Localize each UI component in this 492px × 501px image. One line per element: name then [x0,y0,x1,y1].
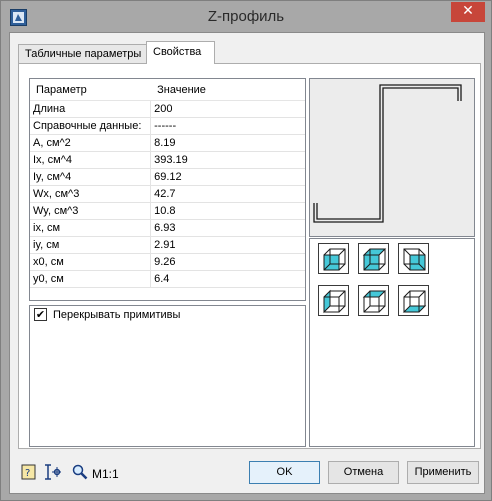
property-value[interactable]: 200 [151,101,305,117]
tab-properties[interactable]: Свойства [146,41,215,64]
property-value[interactable]: ------ [151,118,305,134]
property-row[interactable]: Ix, см^4 393.19 [30,152,305,169]
property-name: Wy, см^3 [30,203,152,219]
property-value[interactable]: 10.8 [151,203,305,219]
apply-button[interactable]: Применить [407,461,479,484]
property-row[interactable]: Wx, см^3 42.7 [30,186,305,203]
dialog-window: Z-профиль ✕ Табличные параметры Свойства… [0,0,492,501]
view-iso-front-top-button[interactable] [358,243,389,274]
property-name: x0, см [30,254,152,270]
dialog-client: Табличные параметры Свойства Параметр Зн… [9,32,485,494]
snap-cursor-icon[interactable] [44,464,62,483]
property-value[interactable]: 8.19 [151,135,305,151]
property-name: y0, см [30,271,152,287]
property-row[interactable]: A, см^2 8.19 [30,135,305,152]
property-value[interactable]: 6.4 [151,271,305,287]
options-panel: ✔ Перекрывать примитивы [29,305,306,447]
profile-preview [309,78,475,237]
zoom-icon[interactable] [72,464,88,483]
view-iso-right-button[interactable] [398,285,429,316]
view-iso-left-button[interactable] [318,285,349,316]
overlap-label: Перекрывать примитивы [53,308,181,321]
property-row[interactable]: iy, см 2.91 [30,237,305,254]
property-value[interactable]: 42.7 [151,186,305,202]
property-value[interactable]: 69.12 [151,169,305,185]
help-icon[interactable]: ? [21,464,37,483]
tab-table-parameters[interactable]: Табличные параметры [18,44,147,64]
property-name: Справочные данные: [30,118,152,134]
view-selector [309,238,475,447]
property-name: Iy, см^4 [30,169,152,185]
properties-panel: Параметр Значение Длина 200 Справочные дан… [18,63,481,449]
window-title: Z-профиль [207,8,285,25]
ok-button[interactable]: OK [249,461,320,484]
view-iso-front-left-button[interactable] [318,243,349,274]
property-row[interactable]: y0, см 6.4 [30,271,305,288]
property-row[interactable]: Wy, см^3 10.8 [30,203,305,220]
svg-text:?: ? [25,468,30,479]
property-row[interactable]: Iy, см^4 69.12 [30,169,305,186]
property-name: Wx, см^3 [30,186,152,202]
title-bar[interactable]: Z-профиль ✕ [1,1,491,33]
property-value[interactable]: 6.93 [151,220,305,236]
scale-label: M1:1 [92,467,119,481]
header-value: Значение [157,84,206,96]
property-name: Длина [30,101,152,117]
property-row[interactable]: x0, см 9.26 [30,254,305,271]
property-name: Ix, см^4 [30,152,152,168]
view-iso-top-button[interactable] [358,285,389,316]
properties-rows: Длина 200 Справочные данные: ------ A, см^2 8… [30,101,305,288]
property-row[interactable]: Справочные данные: ------ [30,118,305,135]
properties-header: Параметр Значение [30,79,305,101]
overlap-checkbox[interactable]: ✔ [34,308,47,321]
property-name: A, см^2 [30,135,152,151]
property-name: ix, см [30,220,152,236]
header-param: Параметр [36,84,87,96]
close-button[interactable]: ✕ [451,2,485,22]
view-iso-front-right-button[interactable] [398,243,429,274]
property-row[interactable]: ix, см 6.93 [30,220,305,237]
z-profile-drawing [313,84,462,223]
property-name: iy, см [30,237,152,253]
property-value[interactable]: 393.19 [151,152,305,168]
property-value[interactable]: 2.91 [151,237,305,253]
overlap-option[interactable]: ✔ Перекрывать примитивы [34,308,180,321]
cancel-button[interactable]: Отмена [328,461,399,484]
properties-table[interactable]: Параметр Значение Длина 200 Справочные дан… [29,78,306,301]
property-row[interactable]: Длина 200 [30,101,305,118]
property-value[interactable]: 9.26 [151,254,305,270]
